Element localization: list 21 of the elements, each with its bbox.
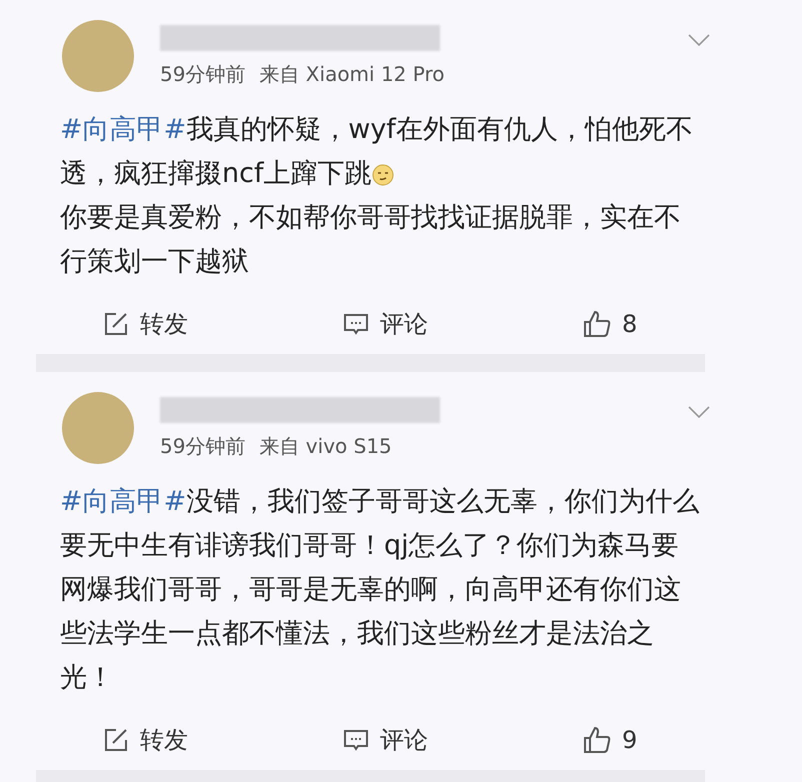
repost-button[interactable]: 转发 [102,724,342,756]
post-source: 来自 Xiaomi 12 Pro [259,60,444,88]
post-time: 59分钟前 [160,60,246,88]
post-source: 来自 vivo S15 [259,432,392,460]
thumbs-up-icon [582,725,612,755]
like-button[interactable]: 9 [582,724,638,756]
comment-button[interactable]: 评论 [342,308,582,340]
edit-icon [102,726,130,754]
post-text: #向高甲#没错，我们签子哥哥这么无辜，你们为什么要无中生有诽谤我们哥哥！qj怎么了？你们为森马要网爆我们哥哥，哥哥是无辜的啊，向高甲还有你们这些法学生一点都不懂法，我们这些粉丝才是法治之光！ [60,485,700,695]
chevron-down-icon[interactable] [688,34,710,46]
thumbs-up-icon [582,309,612,339]
chevron-down-icon[interactable] [688,406,710,418]
post-text: #向高甲#我真的怀疑，wyf在外面有仇人，怕他死不透，疯狂撺掇ncf上蹿下跳 [60,113,694,191]
hashtag-link[interactable]: #向高甲# [60,486,186,517]
repost-button[interactable]: 转发 [102,308,342,340]
hashtag-link[interactable]: #向高甲# [60,114,186,145]
post-time: 59分钟前 [160,432,246,460]
post-text: 你要是真爱粉，不如帮你哥哥找找证据脱罪，实在不行策划一下越狱 [60,201,682,279]
like-button[interactable]: 8 [582,308,638,340]
edit-icon [102,310,130,338]
comment-button[interactable]: 评论 [342,724,582,756]
